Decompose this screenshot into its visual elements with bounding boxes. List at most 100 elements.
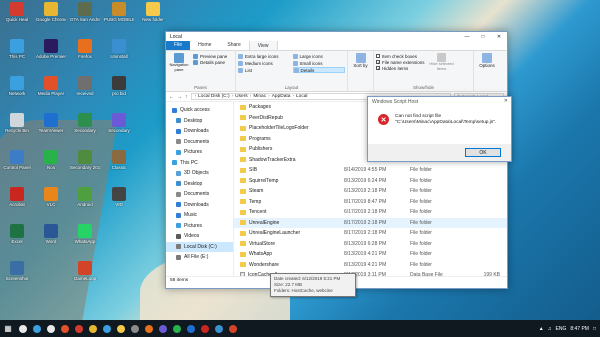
file-row[interactable]: SIB 8/14/2019 4:55 PM File folder (234, 165, 507, 176)
volume-icon[interactable]: ♫ (548, 326, 552, 332)
checkbox-checked[interactable]: ✓ (376, 60, 380, 65)
nav-item[interactable]: Documents (166, 137, 233, 148)
navigation-pane-button[interactable]: Navigation pane (168, 53, 190, 72)
nav-item[interactable]: Downloads (166, 200, 233, 211)
layout-option[interactable]: Large icons (292, 53, 346, 59)
network-icon[interactable]: ▲ (539, 326, 544, 332)
tab-file[interactable]: File (166, 40, 191, 50)
layout-option[interactable]: Small icons (292, 60, 346, 66)
taskbar-app[interactable] (114, 320, 128, 337)
desktop-icon[interactable]: Classic (104, 150, 134, 170)
nav-item[interactable]: Desktop (166, 179, 233, 190)
desktop-icon[interactable]: Adobe Premiere (36, 39, 66, 59)
nav-item[interactable]: Desktop (166, 116, 233, 127)
taskbar-app[interactable] (226, 320, 240, 337)
desktop-icon[interactable]: pro bid (104, 76, 134, 96)
nav-item[interactable]: This PC (166, 158, 233, 169)
nav-item[interactable]: Music (166, 210, 233, 221)
ok-button[interactable]: OK (465, 148, 501, 157)
layout-option[interactable]: Medium icons (238, 60, 291, 66)
nav-item[interactable]: Videos (166, 231, 233, 242)
sort-by-button[interactable]: Sort by (348, 51, 374, 91)
breadcrumb-item[interactable]: Local Disk (C:) (198, 94, 229, 99)
notification-icon[interactable]: □ (593, 326, 596, 332)
desktop-icon[interactable]: Secondary (70, 113, 100, 133)
desktop-icon[interactable]: VID (104, 187, 134, 207)
taskbar-app[interactable] (100, 320, 114, 337)
desktop-icon[interactable]: Media Player (36, 76, 66, 96)
details-pane-button[interactable]: Details pane (193, 59, 227, 65)
nav-item[interactable]: Quick access (166, 105, 233, 116)
checkbox-checked[interactable]: ✓ (376, 66, 380, 71)
file-row[interactable]: Tencent 6/17/2019 2:18 PM File folder (234, 207, 507, 218)
nav-item[interactable]: 3D Objects (166, 168, 233, 179)
desktop-icon[interactable]: Uninstall (104, 39, 134, 59)
taskbar-app[interactable] (72, 320, 86, 337)
file-row[interactable]: UnrealEngine 8/17/2019 2:18 PM File folder (234, 217, 507, 228)
taskbar-app[interactable] (212, 320, 226, 337)
desktop-icon[interactable]: Android (70, 187, 100, 207)
nav-item[interactable]: Local Disk (C:) (166, 241, 233, 252)
taskbar-app[interactable] (30, 320, 44, 337)
taskbar-app[interactable] (142, 320, 156, 337)
clock[interactable]: 8:47 PM (570, 326, 589, 332)
desktop-icon[interactable]: Screenshot (2, 261, 32, 281)
desktop-icon[interactable]: GTA San Andreas (70, 2, 100, 22)
tab-home[interactable]: Home (190, 40, 219, 50)
close-icon[interactable]: ✕ (491, 32, 507, 41)
nav-item[interactable]: Pictures (166, 221, 233, 232)
desktop-icon[interactable]: VLC (36, 187, 66, 207)
hide-selected-button[interactable]: Hide selected items (428, 53, 456, 71)
desktop-icon[interactable]: Control Panel (2, 150, 32, 170)
desktop-icon[interactable]: Google Chrome (36, 2, 66, 22)
file-row[interactable]: Temp 8/17/2019 8:47 PM File folder (234, 197, 507, 208)
tab-view[interactable]: View (248, 40, 278, 50)
desktop-icon[interactable]: TeamViewer (36, 113, 66, 133)
script-host-dialog[interactable]: Windows Script Host ✕ ✕ Can not find scr… (367, 96, 512, 162)
breadcrumb-item[interactable]: AppData (272, 94, 291, 99)
desktop-icon[interactable]: PUBG MOBILE (104, 2, 134, 22)
desktop-icon[interactable]: Secondary (104, 113, 134, 133)
file-row[interactable]: Steam 6/13/2019 2:18 PM File folder (234, 186, 507, 197)
back-arrow-icon[interactable]: ← (169, 94, 174, 100)
language-indicator[interactable]: ENG (556, 326, 567, 332)
desktop-icon[interactable]: Firefox (70, 39, 100, 59)
file-row[interactable]: WhatsApp 8/13/2019 4:21 PM File folder (234, 249, 507, 260)
taskbar-app[interactable] (198, 320, 212, 337)
taskbar-app[interactable] (16, 320, 30, 337)
hidden-items[interactable]: ✓ Hidden items (376, 65, 425, 71)
desktop-icon[interactable]: Network (2, 76, 32, 96)
desktop-icon[interactable]: This PC (2, 39, 32, 59)
file-row[interactable]: VirtualStore 8/13/2019 6:28 PM File folder (234, 239, 507, 250)
taskbar-app[interactable] (170, 320, 184, 337)
breadcrumb-item[interactable]: Local (296, 94, 307, 99)
layout-option[interactable]: Details (292, 67, 345, 73)
file-row[interactable]: SquirrelTemp 8/13/2019 6:24 PM File folder (234, 176, 507, 187)
layout-option[interactable]: List (238, 67, 291, 73)
taskbar-app[interactable] (86, 320, 100, 337)
desktop-icon[interactable]: Excel (2, 224, 32, 244)
dialog-title-bar[interactable]: Windows Script Host ✕ (368, 97, 511, 106)
desktop-icon[interactable]: Word (36, 224, 66, 244)
desktop-icon[interactable]: GameLoop (70, 261, 100, 281)
breadcrumb-item[interactable]: Minac (253, 94, 266, 99)
nav-item[interactable]: Downloads (166, 126, 233, 137)
maximize-icon[interactable]: □ (475, 32, 491, 41)
desktop-icon[interactable]: New folder (138, 2, 168, 22)
layout-option[interactable]: Extra large icons (238, 53, 291, 59)
desktop-icon[interactable]: Quick Heal (2, 2, 32, 22)
desktop-icon[interactable]: WhatsApp (70, 224, 100, 244)
taskbar-app[interactable] (44, 320, 58, 337)
nav-item[interactable]: Documents (166, 189, 233, 200)
file-row[interactable]: UnrealEngineLauncher 8/17/2019 2:18 PM Fil… (234, 228, 507, 239)
file-row[interactable]: Wondershare 8/13/2019 4:21 PM File folder (234, 260, 507, 271)
desktop-icon[interactable]: received (70, 76, 100, 96)
desktop-icon[interactable]: Nox (36, 150, 66, 170)
windows-start-icon[interactable]: ▦ (0, 320, 16, 337)
options-button[interactable]: Options (474, 51, 500, 91)
minimize-icon[interactable]: — (459, 32, 475, 41)
breadcrumb-item[interactable]: Users (235, 94, 248, 99)
close-icon[interactable]: ✕ (504, 98, 508, 104)
checkbox-unchecked[interactable] (376, 54, 380, 58)
title-bar[interactable]: Local — □ ✕ (166, 32, 507, 41)
